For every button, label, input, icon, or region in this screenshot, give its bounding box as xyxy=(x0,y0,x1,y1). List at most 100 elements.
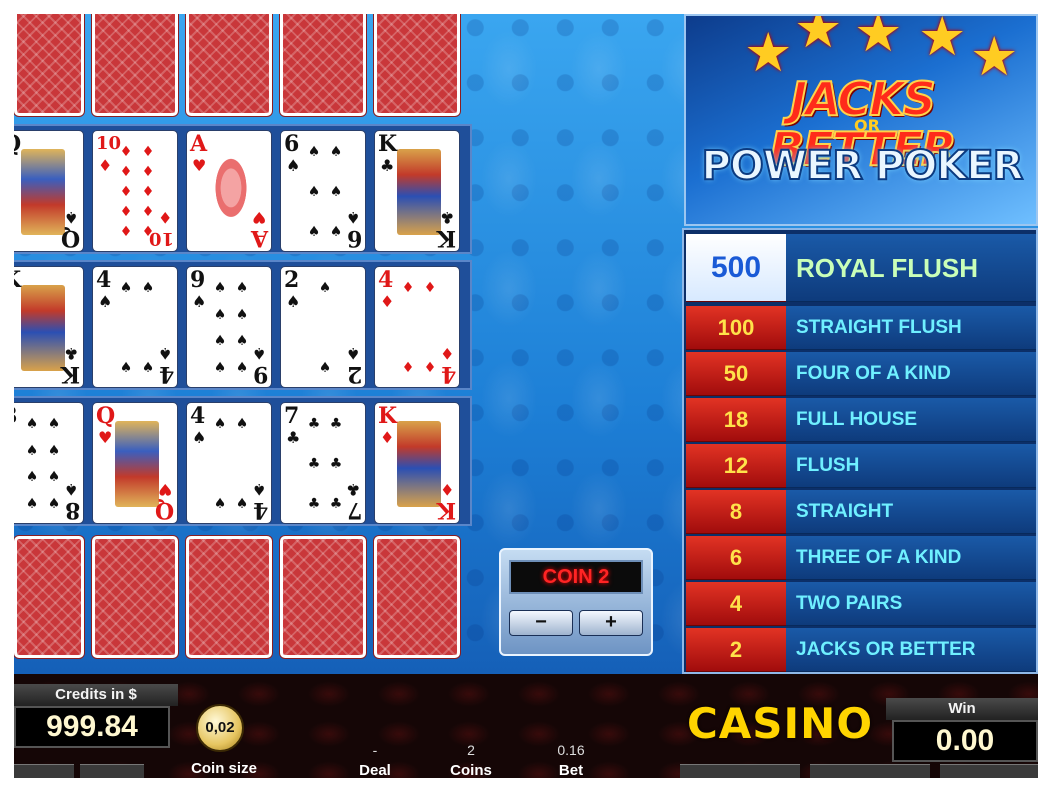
club-icon: ♣ xyxy=(380,156,395,175)
spade-icon: ♠ xyxy=(157,344,172,363)
deal-value: - xyxy=(372,742,378,758)
playing-card[interactable]: 6 ♠ ♠ ♠ ♠ ♠ ♠ ♠ 6 ♠ xyxy=(280,130,366,252)
toolbar-button[interactable] xyxy=(680,764,800,778)
spade-icon: ♠ xyxy=(286,292,301,311)
playing-card[interactable]: Q ♥ Q ♥ xyxy=(92,402,178,524)
card-rank: 10 xyxy=(148,228,174,249)
deal-button[interactable]: Deal xyxy=(350,762,400,778)
diamond-icon: ♦ xyxy=(98,156,113,175)
game-logo: ★ ★ ★ ★ ★ JACKS BETTER OR POWER POKER ⤢ xyxy=(684,14,1038,226)
card-back[interactable] xyxy=(14,536,84,658)
paytable-row: 50 FOUR OF A KIND xyxy=(686,352,1036,396)
playing-card[interactable]: 4 ♠ ♠ ♠ ♠ ♠ 4 ♠ xyxy=(186,402,272,524)
card-rank: 8 xyxy=(64,497,80,523)
card-back[interactable] xyxy=(374,536,460,658)
card-pips: ♠ ♠ ♠ ♠ ♠ ♠ xyxy=(307,144,343,240)
playing-card[interactable]: 10 ♦ ♦ ♦ ♦ ♦ ♦ ♦ ♦ ♦ ♦ ♦ 10 ♦ xyxy=(92,130,178,252)
diamond-icon: ♦ xyxy=(380,292,395,311)
playing-card[interactable]: K ♣ K ♣ xyxy=(374,130,460,252)
paytable-hand: TWO PAIRS xyxy=(786,582,1036,626)
paytable-row: 100 STRAIGHT FLUSH xyxy=(686,306,1036,350)
paytable-payout: 500 xyxy=(686,234,786,302)
paytable-row: 500 ROYAL FLUSH xyxy=(686,234,1036,302)
playing-card[interactable]: 2 ♠ ♠ ♠ 2 ♠ xyxy=(280,266,366,388)
card-rank: K xyxy=(378,131,398,157)
heart-icon: ♥ xyxy=(157,480,172,499)
table-felt: Q Q ♠ 10 ♦ ♦♦♦♦♦♦♦♦♦♦ 10 ♦ A ♥ A ♥ 6 ♠ ♠… xyxy=(14,14,1038,674)
king-face-art xyxy=(21,285,65,371)
paytable-row: 4 TWO PAIRS xyxy=(686,582,1036,626)
coin-display: COIN 2 xyxy=(509,560,643,594)
paytable-payout: 6 xyxy=(686,536,786,580)
card-pips: ♣ ♣ ♣ ♣ ♣ ♣ xyxy=(307,416,343,512)
paytable-row: 12 FLUSH xyxy=(686,444,1036,488)
card-pips: ♠ ♠ ♠ ♠ ♠ ♠ ♠ ♠ xyxy=(25,416,61,512)
paytable-row: 18 FULL HOUSE xyxy=(686,398,1036,442)
playing-card[interactable]: 4 ♠ ♠ ♠ ♠ ♠ 4 ♠ xyxy=(92,266,178,388)
credits-label: Credits in $ xyxy=(14,684,178,706)
king-face-art xyxy=(397,149,441,235)
playing-card[interactable]: K ♦ K ♦ xyxy=(374,402,460,524)
card-rank: K xyxy=(60,361,80,387)
playing-card[interactable]: A ♥ A ♥ xyxy=(186,130,272,252)
card-rank: 6 xyxy=(284,131,300,157)
queen-face-art xyxy=(115,421,159,507)
card-rank: 4 xyxy=(158,361,174,387)
playing-card[interactable]: 8 ♠♠♠♠♠♠♠♠ 8 ♠ xyxy=(14,402,84,524)
paytable-hand: ROYAL FLUSH xyxy=(786,234,1036,302)
card-back[interactable] xyxy=(280,536,366,658)
card-back[interactable] xyxy=(186,536,272,658)
spade-icon: ♠ xyxy=(63,480,78,499)
card-back xyxy=(374,14,460,116)
club-icon: ♣ xyxy=(63,344,78,363)
coin-plus-button[interactable]: + xyxy=(579,610,643,636)
coin-size-button[interactable]: 0,02 xyxy=(196,704,244,752)
club-icon: ♣ xyxy=(439,208,454,227)
card-back[interactable] xyxy=(92,536,178,658)
card-rank: 4 xyxy=(440,361,456,387)
card-pips: ♠ ♠ xyxy=(318,280,332,376)
heart-icon: ♥ xyxy=(251,208,266,227)
card-rank: 7 xyxy=(284,403,300,429)
playing-card[interactable]: 9 ♠ ♠ ♠ ♠ ♠ ♠ ♠ ♠ ♠ 9 ♠ xyxy=(186,266,272,388)
paytable-payout: 12 xyxy=(686,444,786,488)
card-pips: ♦ ♦ ♦ ♦ xyxy=(401,280,437,376)
paytable-hand: THREE OF A KIND xyxy=(786,536,1036,580)
card-rank: 4 xyxy=(96,267,112,293)
win-label: Win xyxy=(886,698,1038,720)
coin-minus-button[interactable]: − xyxy=(509,610,573,636)
ace-art xyxy=(207,151,255,233)
card-rank: Q xyxy=(96,403,116,429)
playing-card[interactable]: Q Q ♠ xyxy=(14,130,84,252)
toolbar-button[interactable] xyxy=(14,764,74,778)
spade-icon: ♠ xyxy=(192,292,207,311)
club-icon: ♣ xyxy=(345,480,360,499)
card-rank: A xyxy=(250,225,268,251)
paytable-hand: STRAIGHT xyxy=(786,490,1036,534)
card-rank: Q xyxy=(154,497,174,523)
card-rank: 4 xyxy=(378,267,394,293)
card-back xyxy=(186,14,272,116)
card-rank: 2 xyxy=(284,267,300,293)
paytable-payout: 50 xyxy=(686,352,786,396)
toolbar-button[interactable] xyxy=(810,764,930,778)
card-back xyxy=(92,14,178,116)
paytable-payout: 8 xyxy=(686,490,786,534)
toolbar-button[interactable] xyxy=(80,764,144,778)
playing-card[interactable]: 7 ♣ ♣ ♣ ♣ ♣ ♣ ♣ 7 ♣ xyxy=(280,402,366,524)
heart-icon: ♥ xyxy=(192,156,207,175)
toolbar-button[interactable] xyxy=(940,764,1038,778)
diamond-icon: ♦ xyxy=(439,480,454,499)
win-value: 0.00 xyxy=(892,720,1038,762)
spade-icon: ♠ xyxy=(286,156,301,175)
control-bar: Credits in $ 999.84 0,02 Coin size - Dea… xyxy=(14,674,1038,778)
coin-size-label: Coin size xyxy=(191,760,257,777)
paytable-hand: FULL HOUSE xyxy=(786,398,1036,442)
spade-icon: ♠ xyxy=(63,208,78,227)
card-back xyxy=(280,14,366,116)
playing-card[interactable]: 4 ♦ ♦ ♦ ♦ ♦ 4 ♦ xyxy=(374,266,460,388)
coin-control: COIN 2 − + xyxy=(499,548,653,656)
coins-label: Coins xyxy=(450,762,492,778)
paytable: 500 ROYAL FLUSH 100 STRAIGHT FLUSH 50 FO… xyxy=(682,228,1038,674)
playing-card[interactable]: K K ♣ xyxy=(14,266,84,388)
